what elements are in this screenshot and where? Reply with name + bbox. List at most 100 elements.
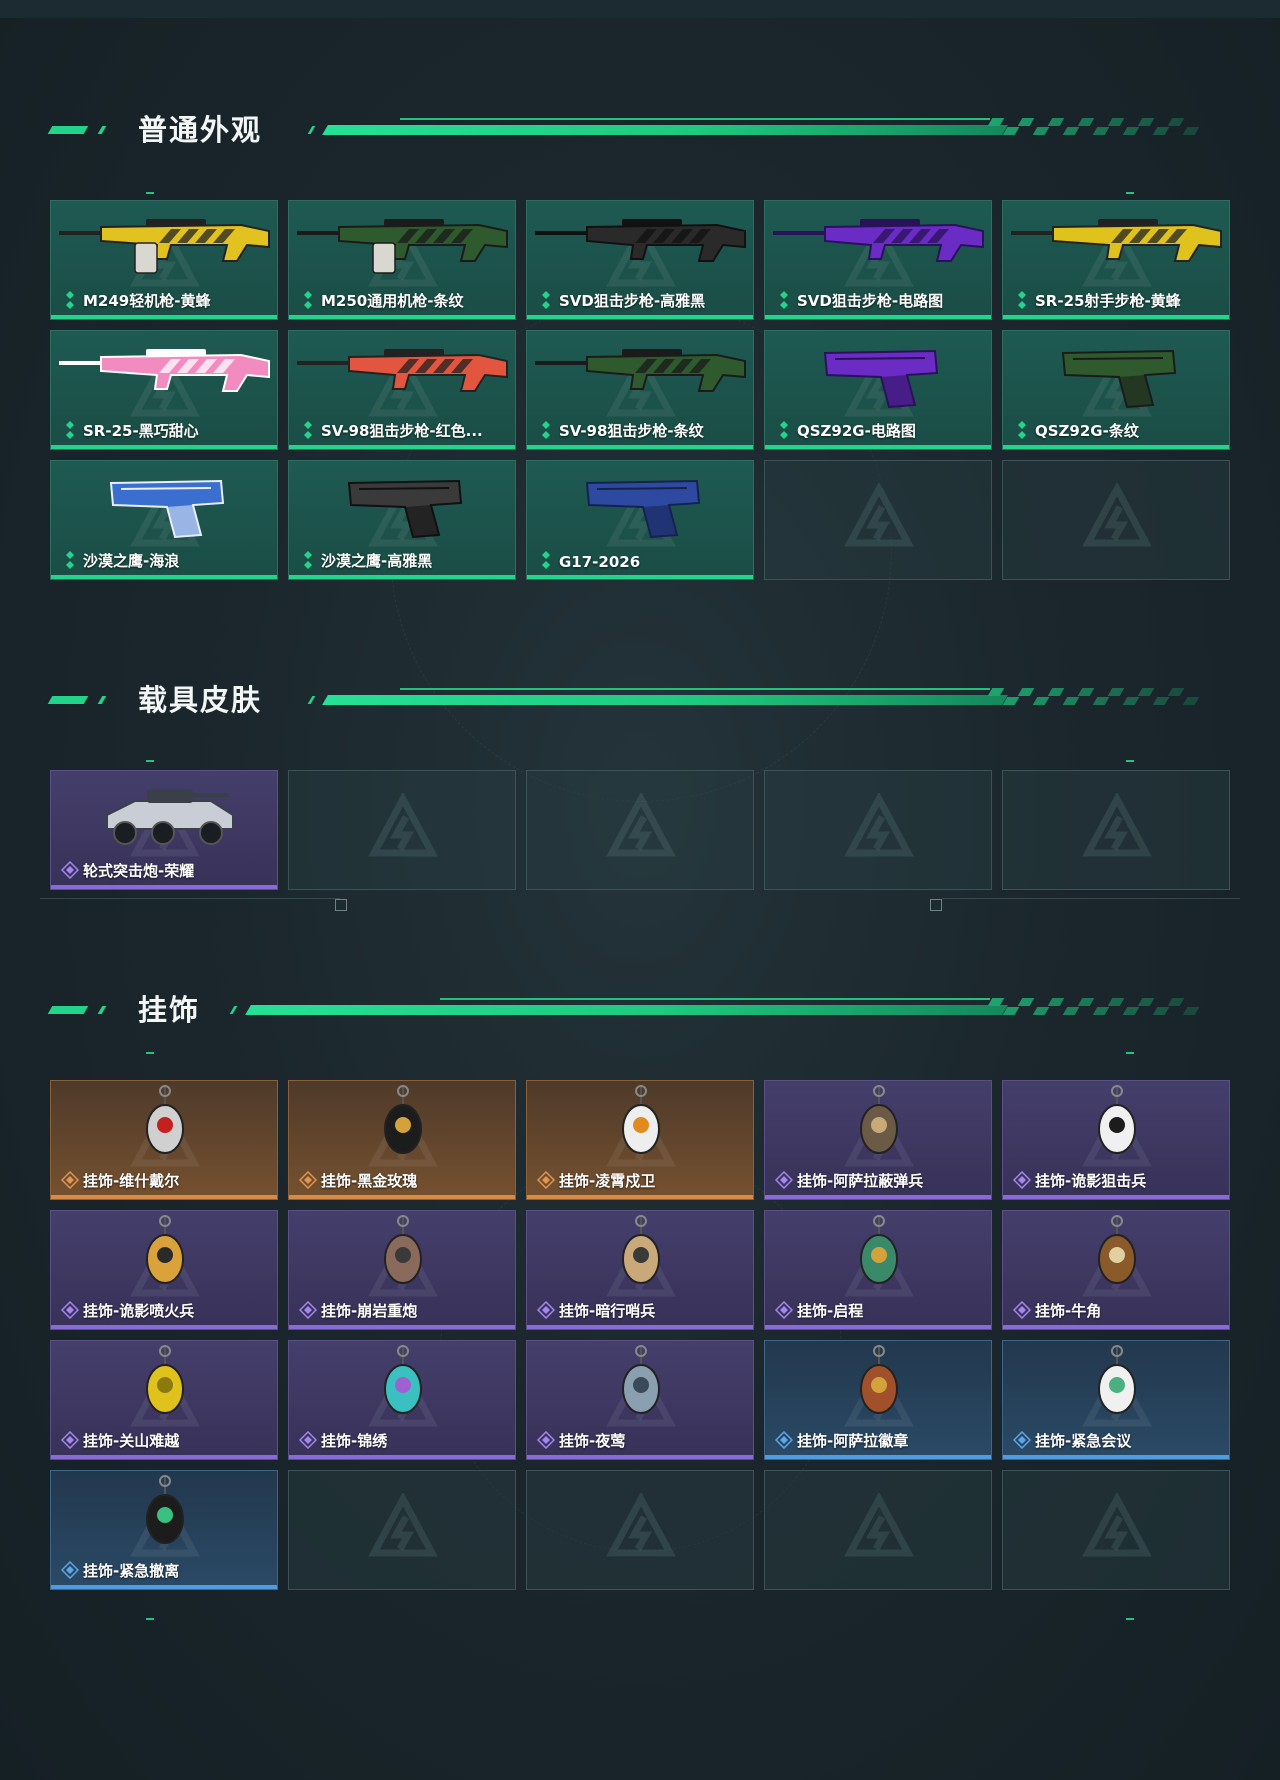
corner-marker	[146, 192, 154, 194]
checker-block	[1002, 1007, 1020, 1015]
rarity-bar	[527, 575, 753, 579]
logo-watermark-icon	[368, 1493, 438, 1557]
charm-icon	[146, 1475, 184, 1544]
header-lead-tick	[97, 1006, 107, 1014]
item-label: 挂饰-维什戴尔	[83, 1172, 180, 1190]
item-card[interactable]: G17-2026	[526, 460, 754, 580]
rarity-blue-icon	[1013, 1431, 1031, 1449]
item-card[interactable]: 挂饰-暗行哨兵	[526, 1210, 754, 1330]
decor-line	[942, 898, 1240, 899]
item-label: 挂饰-崩岩重炮	[321, 1302, 418, 1320]
item-card[interactable]: M250通用机枪-条纹	[288, 200, 516, 320]
item-card[interactable]: M249轻机枪-黄蜂	[50, 200, 278, 320]
rarity-bar	[527, 315, 753, 319]
pistol-icon	[585, 479, 701, 539]
rarity-blue-icon	[775, 1431, 793, 1449]
corner-marker	[1126, 760, 1134, 762]
item-card[interactable]: 挂饰-诡影狙击兵	[1002, 1080, 1230, 1200]
rarity-bar	[51, 1195, 277, 1199]
item-card[interactable]: 挂饰-凌霄戍卫	[526, 1080, 754, 1200]
item-label: M249轻机枪-黄蜂	[83, 292, 211, 310]
armored-vehicle-icon	[106, 789, 234, 845]
checker-block	[1092, 1007, 1110, 1015]
item-card[interactable]: 挂饰-夜莺	[526, 1340, 754, 1460]
empty-slot	[764, 460, 992, 580]
item-card[interactable]: QSZ92G-条纹	[1002, 330, 1230, 450]
header-line	[322, 125, 1008, 135]
checker-block	[1017, 688, 1035, 696]
item-card[interactable]: SV-98狙击步枪-红色...	[288, 330, 516, 450]
item-label: 挂饰-黑金玫瑰	[321, 1172, 418, 1190]
decor-square	[335, 899, 347, 911]
charm-icon	[860, 1215, 898, 1284]
rarity-bar	[51, 1585, 277, 1589]
rarity-bar	[51, 1455, 277, 1459]
logo-watermark-icon	[844, 483, 914, 547]
rarity-bar	[1003, 445, 1229, 449]
item-card[interactable]: 挂饰-黑金玫瑰	[288, 1080, 516, 1200]
item-card[interactable]: SVD狙击步枪-电路图	[764, 200, 992, 320]
rarity-bar	[51, 885, 277, 889]
rarity-bar	[289, 1325, 515, 1329]
item-card[interactable]: 挂饰-锦绣	[288, 1340, 516, 1460]
charm-icon	[1098, 1085, 1136, 1154]
item-card[interactable]: 挂饰-紧急撤离	[50, 1470, 278, 1590]
rarity-purple-icon	[299, 1431, 317, 1449]
item-card[interactable]: 挂饰-紧急会议	[1002, 1340, 1230, 1460]
item-card[interactable]: 挂饰-阿萨拉徽章	[764, 1340, 992, 1460]
header-checker-decoration	[987, 118, 1205, 136]
rarity-green-icon	[1018, 291, 1026, 309]
logo-watermark-icon	[606, 793, 676, 857]
section-title: 载具皮肤	[138, 683, 263, 717]
checker-block	[1062, 127, 1080, 135]
checker-block	[1032, 697, 1050, 705]
item-card[interactable]: SR-25-黑巧甜心	[50, 330, 278, 450]
empty-slot	[764, 770, 992, 890]
empty-slot	[764, 1470, 992, 1590]
pistol-icon	[109, 479, 225, 539]
checker-block	[1152, 127, 1170, 135]
rarity-purple-icon	[61, 1301, 79, 1319]
item-card[interactable]: 挂饰-启程	[764, 1210, 992, 1330]
rarity-green-icon	[304, 421, 312, 439]
item-card[interactable]: SV-98狙击步枪-条纹	[526, 330, 754, 450]
rarity-blue-icon	[61, 1561, 79, 1579]
rarity-bar	[765, 315, 991, 319]
item-card[interactable]: SR-25射手步枪-黄蜂	[1002, 200, 1230, 320]
header-line-tick	[229, 1006, 238, 1014]
rarity-bar	[1003, 315, 1229, 319]
item-label: 挂饰-诡影狙击兵	[1035, 1172, 1147, 1190]
item-card[interactable]: 挂饰-阿萨拉蔽弹兵	[764, 1080, 992, 1200]
checker-block	[1182, 1007, 1200, 1015]
item-card[interactable]: 轮式突击炮-荣耀	[50, 770, 278, 890]
checker-block	[1182, 697, 1200, 705]
item-card[interactable]: SVD狙击步枪-高雅黑	[526, 200, 754, 320]
item-card[interactable]: 挂饰-维什戴尔	[50, 1080, 278, 1200]
sniper-rifle-icon	[535, 349, 746, 392]
checker-block	[1167, 688, 1185, 696]
item-card[interactable]: 挂饰-关山难越	[50, 1340, 278, 1460]
checker-block	[1122, 127, 1140, 135]
logo-watermark-icon	[606, 1493, 676, 1557]
item-card[interactable]: 沙漠之鹰-海浪	[50, 460, 278, 580]
item-label: SR-25射手步枪-黄蜂	[1035, 292, 1181, 310]
checker-block	[1107, 118, 1125, 126]
item-card[interactable]: 挂饰-诡影喷火兵	[50, 1210, 278, 1330]
item-label: G17-2026	[559, 553, 641, 571]
header-lead-bar	[47, 1006, 89, 1014]
item-card[interactable]: 挂饰-牛角	[1002, 1210, 1230, 1330]
empty-slot	[526, 770, 754, 890]
item-card[interactable]: 沙漠之鹰-高雅黑	[288, 460, 516, 580]
checker-block	[1002, 697, 1020, 705]
checker-block	[1107, 688, 1125, 696]
header-lead-bar	[47, 126, 89, 134]
charm-icon	[384, 1345, 422, 1414]
item-card[interactable]: QSZ92G-电路图	[764, 330, 992, 450]
rarity-bar	[527, 1455, 753, 1459]
checker-block	[1137, 118, 1155, 126]
corner-marker	[1126, 1618, 1134, 1620]
header-lead-bar	[47, 696, 89, 704]
item-card[interactable]: 挂饰-崩岩重炮	[288, 1210, 516, 1330]
rarity-bar	[1003, 1325, 1229, 1329]
charm-icon	[860, 1085, 898, 1154]
